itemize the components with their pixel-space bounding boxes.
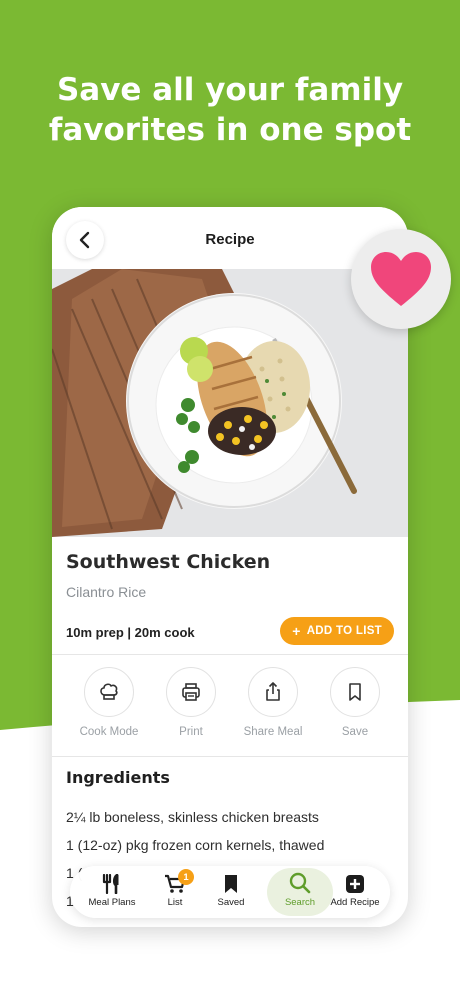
heart-icon [371,252,431,306]
printer-icon [182,683,200,701]
cook-mode-label: Cook Mode [79,726,139,738]
chef-hat-icon [100,683,118,700]
tab-label: List [167,897,183,908]
ingredient-item: 2¼ lb boneless, skinless chicken breasts [66,809,319,825]
print-button[interactable]: Print [151,667,231,738]
tab-add-recipe[interactable]: Add Recipe [322,866,388,918]
divider [52,654,408,655]
bottom-tab-bar: Meal Plans 1 List Saved Search Add Recip… [70,866,390,918]
bookmark-icon [225,875,237,893]
add-to-list-button[interactable]: + ADD TO LIST [280,617,394,645]
share-meal-button[interactable]: Share Meal [233,667,313,738]
share-meal-label: Share Meal [243,726,303,738]
print-label: Print [179,726,203,738]
tab-meal-plans[interactable]: Meal Plans [82,866,142,918]
plus-icon: + [292,623,301,639]
tab-label: Meal Plans [88,897,136,908]
headline: Save all your family favorites in one sp… [0,70,460,150]
ingredient-item: 1 (12-oz) pkg frozen corn kernels, thawe… [66,837,325,853]
tab-label: Add Recipe [330,897,380,908]
phone-screen: Recipe Southwest Chicken Cilantro Rice 1… [52,207,408,927]
plus-square-icon [346,875,364,893]
ingredients-heading: Ingredients [66,768,170,787]
bookmark-icon [349,683,361,701]
share-icon [266,682,280,701]
headline-line-2: favorites in one spot [48,112,412,148]
save-button[interactable]: Save [315,667,395,738]
save-label: Save [341,726,369,738]
headline-line-1: Save all your family [56,72,404,108]
add-to-list-label: ADD TO LIST [306,625,382,637]
favorite-button[interactable] [351,229,451,329]
tab-list[interactable]: 1 List [150,866,200,918]
cook-mode-button[interactable]: Cook Mode [69,667,149,738]
tab-label: Saved [217,897,245,908]
recipe-subtitle: Cilantro Rice [66,584,147,600]
utensils-icon [102,874,119,894]
action-row: Cook Mode Print Share Meal Save [52,667,408,757]
recipe-photo [52,269,408,537]
tab-saved[interactable]: Saved [206,866,256,918]
recipe-title: Southwest Chicken [66,551,271,573]
divider [52,756,408,757]
screen-title: Recipe [205,231,255,248]
cart-count-badge: 1 [178,869,194,885]
search-icon [289,872,311,894]
prep-cook-times: 10m prep | 20m cook [66,625,195,640]
